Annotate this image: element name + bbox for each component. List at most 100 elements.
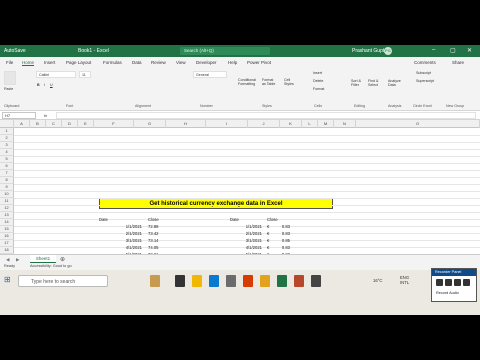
row-header-8[interactable]: 8 [0, 177, 14, 184]
fx-icon[interactable]: fx [44, 113, 47, 118]
tab-review[interactable]: Review [151, 60, 166, 65]
minimize-icon[interactable]: – [432, 47, 435, 53]
font-name-select[interactable]: Calibri [36, 71, 76, 78]
stop-icon[interactable] [445, 279, 452, 286]
format-as-table-button[interactable]: Format as Table [262, 78, 278, 86]
row-header-7[interactable]: 7 [0, 170, 14, 177]
tab-insert[interactable]: Insert [44, 60, 55, 65]
underline-button[interactable]: U [50, 83, 53, 87]
menu-bar: File Home Insert Page Layout Formulas Da… [0, 57, 480, 67]
row-header-12[interactable]: 12 [0, 205, 14, 212]
paste-icon[interactable] [4, 71, 16, 85]
font-size-select[interactable]: 11 [79, 71, 91, 78]
cell-styles-button[interactable]: Cell Styles [284, 78, 298, 86]
autosave-toggle[interactable]: AutoSave [4, 48, 26, 54]
column-header-l[interactable]: L [302, 120, 318, 128]
close-icon[interactable]: ✕ [467, 47, 472, 54]
column-header-i[interactable]: I [206, 120, 248, 128]
tab-view[interactable]: View [176, 60, 186, 65]
insert-cells-button[interactable]: Insert [313, 71, 322, 75]
file-explorer-icon[interactable] [192, 275, 202, 287]
weather-temp[interactable]: 16°C [373, 278, 382, 283]
row-header-15[interactable]: 15 [0, 226, 14, 233]
bold-button[interactable]: B [37, 83, 40, 87]
tab-page-layout[interactable]: Page Layout [66, 60, 91, 65]
column-header-e[interactable]: E [78, 120, 94, 128]
row-header-14[interactable]: 14 [0, 219, 14, 226]
column-header-a[interactable]: A [14, 120, 30, 128]
avatar[interactable]: PG [384, 47, 392, 55]
row-header-13[interactable]: 13 [0, 212, 14, 219]
widgets-icon[interactable] [150, 275, 160, 287]
select-all-corner[interactable] [0, 120, 14, 128]
italic-button[interactable]: I [44, 83, 45, 87]
tab-help[interactable]: Help [228, 60, 237, 65]
row-header-4[interactable]: 4 [0, 149, 14, 156]
column-header-g[interactable]: G [134, 120, 166, 128]
restart-icon[interactable] [454, 279, 461, 286]
left-date-cell: 1/1/2021 [125, 224, 142, 229]
office-icon[interactable] [243, 275, 253, 287]
chrome-icon[interactable] [260, 275, 270, 287]
task-view-icon[interactable] [175, 275, 185, 287]
store-icon[interactable] [226, 275, 236, 287]
conditional-formatting-button[interactable]: Conditional Formatting [238, 78, 258, 86]
tab-data[interactable]: Data [132, 60, 142, 65]
right-close-cell: 0.83 [281, 231, 290, 236]
row-header-11[interactable]: 11 [0, 198, 14, 205]
analyze-data-button[interactable]: Analyze Data [388, 79, 402, 87]
tab-home[interactable]: Home [22, 60, 35, 66]
number-format-select[interactable]: General [193, 71, 227, 78]
maximize-icon[interactable]: ▢ [450, 47, 456, 54]
find-select-button[interactable]: Find & Select [368, 79, 382, 87]
right-date-cell: 3/1/2021 [245, 238, 262, 243]
powerpoint-icon[interactable] [294, 275, 304, 287]
search-box[interactable]: Search (Alt+Q) [180, 47, 270, 55]
column-header-j[interactable]: J [248, 120, 280, 128]
settings-icon[interactable] [463, 279, 470, 286]
row-header-9[interactable]: 9 [0, 184, 14, 191]
left-close-cell: 73.42 [148, 231, 159, 236]
column-header-n[interactable]: N [334, 120, 356, 128]
worksheet-grid[interactable]: Get historical currency exchange data in… [0, 128, 480, 313]
delete-cells-button[interactable]: Delete [313, 79, 323, 83]
recorder-app-icon[interactable] [311, 275, 321, 287]
row-header-10[interactable]: 10 [0, 191, 14, 198]
row-header-1[interactable]: 1 [0, 128, 14, 135]
formula-input[interactable] [56, 112, 476, 119]
column-header-b[interactable]: B [30, 120, 46, 128]
tab-formulas[interactable]: Formulas [103, 60, 122, 65]
column-header-k[interactable]: K [280, 120, 302, 128]
column-header-h[interactable]: H [166, 120, 206, 128]
windows-start-icon[interactable]: ⊞ [4, 275, 11, 284]
pause-icon[interactable] [436, 279, 443, 286]
column-header-f[interactable]: F [94, 120, 134, 128]
superscript-button[interactable]: Superscript [416, 79, 434, 83]
row-header-3[interactable]: 3 [0, 142, 14, 149]
row-gridline [14, 219, 480, 220]
excel-taskbar-icon[interactable] [277, 275, 287, 287]
name-box[interactable]: H7 [2, 112, 36, 119]
column-header-o[interactable]: O [356, 120, 480, 128]
share-button[interactable]: Share [452, 60, 464, 65]
row-header-2[interactable]: 2 [0, 135, 14, 142]
row-header-5[interactable]: 5 [0, 156, 14, 163]
edge-icon[interactable] [209, 275, 219, 287]
row-header-6[interactable]: 6 [0, 163, 14, 170]
tab-power-pivot[interactable]: Power Pivot [247, 60, 271, 65]
column-header-m[interactable]: M [318, 120, 334, 128]
row-header-16[interactable]: 16 [0, 233, 14, 240]
column-header-c[interactable]: C [46, 120, 62, 128]
tab-developer[interactable]: Developer [196, 60, 217, 65]
tab-file[interactable]: File [6, 60, 13, 65]
sort-filter-button[interactable]: Sort & Filter [351, 79, 365, 87]
row-header-18[interactable]: 18 [0, 247, 14, 254]
accessibility-status[interactable]: Accessibility: Good to go [30, 264, 72, 268]
subscript-button[interactable]: Subscript [416, 71, 431, 75]
add-sheet-icon[interactable]: ⊕ [60, 256, 65, 263]
format-cells-button[interactable]: Format [313, 87, 324, 91]
comments-button[interactable]: Comments [414, 60, 436, 65]
column-header-d[interactable]: D [62, 120, 78, 128]
taskbar-search[interactable]: Type here to search [18, 275, 108, 287]
row-header-17[interactable]: 17 [0, 240, 14, 247]
